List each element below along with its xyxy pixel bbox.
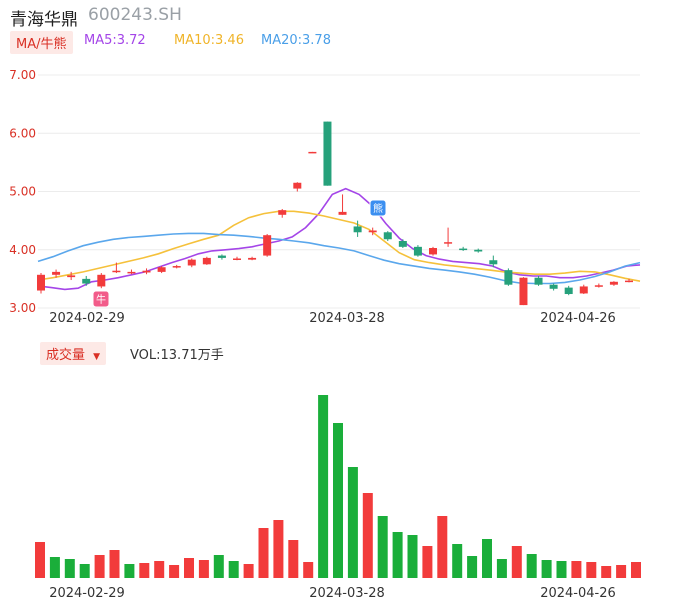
candle-body <box>157 267 166 272</box>
candle-body <box>413 246 422 256</box>
candle-body <box>263 235 272 256</box>
volume-bar <box>526 554 537 578</box>
volume-bar <box>35 542 45 578</box>
bull-badge-icon-glyph: 牛 <box>96 293 106 306</box>
candle-body <box>519 277 528 306</box>
price-x-label: 2024-02-29 <box>49 311 125 326</box>
volume-bar <box>273 520 284 578</box>
candle-body <box>444 242 453 244</box>
candle-body <box>368 230 377 233</box>
ma10-line <box>37 210 641 282</box>
volume-bar <box>228 561 239 578</box>
candle-body <box>172 266 181 268</box>
candle-body <box>217 255 226 258</box>
volume-bar <box>467 556 478 578</box>
candle-body <box>353 226 362 233</box>
candle-body <box>278 210 287 215</box>
volume-bar <box>184 558 194 578</box>
volume-bar <box>169 565 180 578</box>
volume-bar <box>437 516 448 578</box>
candle-body <box>579 286 588 294</box>
volume-bar <box>243 564 254 578</box>
candle-body <box>293 182 302 189</box>
volume-bar <box>496 559 507 578</box>
y-tick-label: 6.00 <box>9 126 36 140</box>
candle-body <box>112 270 121 273</box>
candle-body <box>37 274 45 291</box>
volume-x-label: 2024-04-26 <box>540 586 616 601</box>
volume-bar <box>362 493 373 578</box>
volume-bar <box>586 562 597 578</box>
volume-x-label: 2024-02-29 <box>49 586 125 601</box>
volume-bar <box>288 540 299 578</box>
candle-body <box>82 278 91 284</box>
volume-bar <box>109 550 120 578</box>
volume-bar <box>333 423 343 578</box>
volume-bar <box>601 566 612 578</box>
volume-bar <box>631 562 641 578</box>
volume-bar <box>79 564 90 578</box>
candle-body <box>609 281 618 285</box>
volume-bar <box>139 563 150 578</box>
price-x-label: 2024-03-28 <box>309 311 385 326</box>
bear-badge-icon-glyph: 熊 <box>373 202 383 215</box>
volume-bar <box>482 539 492 578</box>
bull-badge-icon: 牛 <box>92 290 110 308</box>
volume-bar <box>198 560 209 578</box>
candle-body <box>233 258 241 260</box>
candle-body <box>564 287 573 295</box>
candle-body <box>308 151 317 154</box>
volume-bar <box>407 535 418 578</box>
volume-bar <box>347 467 358 578</box>
volume-bar <box>541 560 552 578</box>
candle-body <box>383 232 392 240</box>
y-tick-label: 7.00 <box>9 68 36 82</box>
candle-body <box>127 271 136 274</box>
y-tick-label: 3.00 <box>9 301 36 315</box>
volume-bar <box>94 555 105 578</box>
volume-bar <box>49 557 60 578</box>
stock-chart: 7.00 6.00 5.00 4.00 3.00 牛 熊 2024-02-29 2024-0… <box>9 68 641 601</box>
volume-bar <box>124 564 135 578</box>
volume-bar <box>392 532 403 578</box>
candle-body <box>594 285 603 287</box>
candle-body <box>549 284 558 289</box>
volume-bar <box>452 544 463 578</box>
volume-bar <box>422 546 433 578</box>
y-tick-label: 4.00 <box>9 243 36 257</box>
volume-bar <box>258 528 269 578</box>
candle-body <box>323 121 332 186</box>
volume-bar <box>377 516 388 578</box>
price-x-label: 2024-04-26 <box>540 311 616 326</box>
candle-body <box>504 270 513 285</box>
volume-bar <box>511 546 522 578</box>
candle-body <box>97 274 106 287</box>
candle-body <box>625 280 633 283</box>
candle-body <box>67 275 76 278</box>
candle-body <box>248 257 257 260</box>
volume-bar <box>154 561 165 578</box>
candle-body <box>429 248 437 255</box>
y-tick-label: 5.00 <box>9 185 36 199</box>
candle-body <box>338 211 347 215</box>
candle-body <box>52 271 61 275</box>
bear-badge-icon: 熊 <box>369 199 387 217</box>
candle-body <box>187 259 196 266</box>
volume-bar <box>616 565 627 578</box>
candle-body <box>142 270 151 273</box>
volume-bar <box>318 395 329 578</box>
volume-bar <box>303 562 314 578</box>
volume-x-label: 2024-03-28 <box>309 586 385 601</box>
candle-body <box>534 277 543 285</box>
volume-bar <box>64 559 75 578</box>
candle-body <box>459 248 468 251</box>
volume-bar <box>571 561 582 578</box>
candle-body <box>202 257 211 265</box>
candle-body <box>489 260 498 265</box>
candle-body <box>398 241 407 247</box>
volume-bar <box>213 555 224 578</box>
candle-body <box>474 249 483 252</box>
volume-bar <box>556 561 567 578</box>
